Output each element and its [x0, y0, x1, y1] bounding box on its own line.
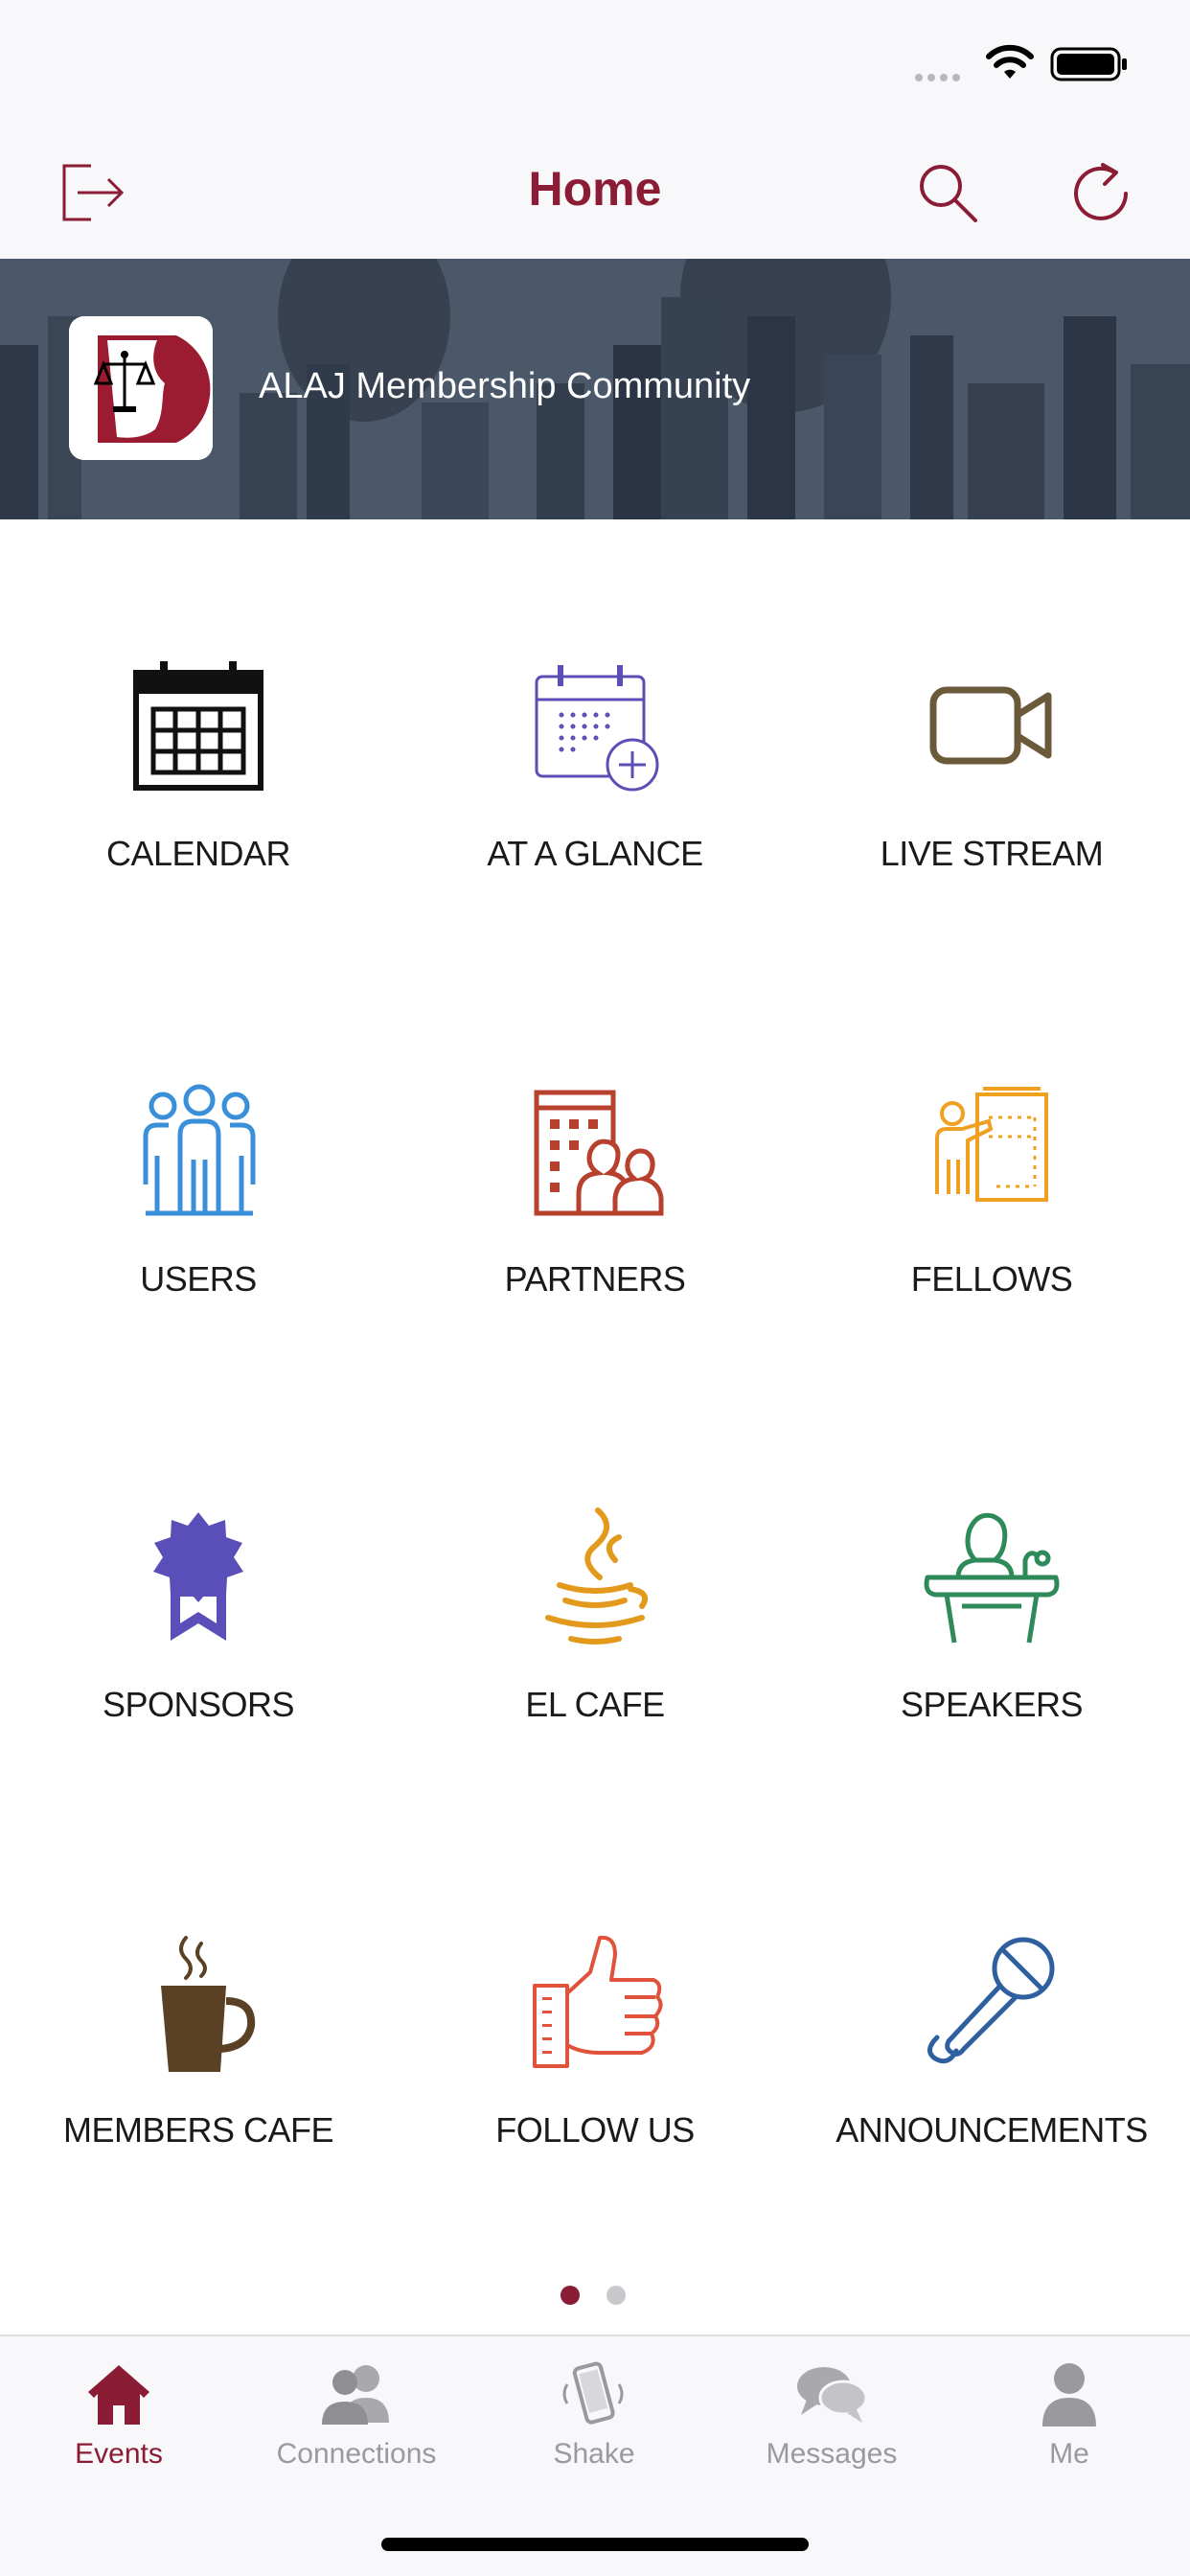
tile-label: MEMBERS CAFE	[62, 2110, 334, 2150]
tile-label: SPEAKERS	[900, 1685, 1084, 1724]
profile-icon	[1042, 2363, 1096, 2426]
award-badge-icon	[153, 1512, 243, 1641]
video-camera-icon	[929, 686, 1052, 765]
tile-label: CALENDAR	[105, 834, 291, 873]
calendar-icon	[133, 661, 263, 791]
tile-label: FOLLOW US	[495, 2110, 695, 2150]
tab-label: Messages	[766, 2438, 898, 2470]
tab-events[interactable]: Events	[0, 2336, 238, 2509]
microphone-icon	[927, 1937, 1055, 2064]
tile-partners[interactable]: PARTNERS	[397, 945, 793, 1309]
tile-label: USERS	[140, 1259, 257, 1299]
battery-icon	[1050, 47, 1127, 81]
tile-calendar[interactable]: CALENDAR	[0, 519, 397, 884]
tile-sponsors[interactable]: SPONSORS	[0, 1370, 397, 1735]
page-indicator	[561, 2286, 637, 2305]
home-icon	[88, 2365, 149, 2425]
tile-members-cafe[interactable]: MEMBERS CAFE	[0, 1796, 397, 2160]
tab-label: Me	[1049, 2438, 1089, 2470]
page-title: Home	[528, 162, 662, 216]
tab-label: Connections	[276, 2438, 437, 2470]
page-dot[interactable]	[606, 2286, 626, 2305]
tile-label: LIVE STREAM	[880, 834, 1104, 873]
community-banner: ALAJ Membership Community	[0, 259, 1190, 519]
tile-label: FELLOWS	[910, 1259, 1073, 1299]
tab-label: Events	[75, 2438, 163, 2470]
shake-phone-icon	[562, 2361, 624, 2425]
page-dot-active[interactable]	[561, 2286, 580, 2305]
coffee-mug-icon	[161, 1936, 256, 2072]
status-bar	[0, 0, 1190, 126]
refresh-icon	[1074, 163, 1128, 220]
tile-at-a-glance[interactable]: AT A GLANCE	[397, 519, 793, 884]
tab-messages[interactable]: Messages	[713, 2336, 950, 2509]
signal-dots-icon	[915, 69, 973, 81]
tab-shake[interactable]: Shake	[475, 2336, 713, 2509]
tile-speakers[interactable]: SPEAKERS	[793, 1370, 1190, 1735]
tab-connections[interactable]: Connections	[238, 2336, 475, 2509]
tile-follow-us[interactable]: FOLLOW US	[397, 1796, 793, 2160]
messages-icon	[797, 2367, 868, 2423]
home-indicator[interactable]	[381, 2538, 809, 2551]
users-group-icon	[143, 1084, 256, 1216]
tab-label: Shake	[553, 2438, 635, 2470]
partners-building-icon	[534, 1090, 664, 1216]
thumbs-up-icon	[533, 1935, 663, 2068]
community-title: ALAJ Membership Community	[259, 366, 751, 406]
scales-of-justice-icon	[69, 316, 213, 460]
presenter-board-icon	[935, 1087, 1048, 1202]
calendar-add-icon	[535, 665, 659, 792]
tile-label: SPONSORS	[102, 1685, 295, 1724]
tile-el-cafe[interactable]: EL CAFE	[397, 1370, 793, 1735]
tile-label: ANNOUNCEMENTS	[835, 2110, 1148, 2150]
tile-label: AT A GLANCE	[487, 834, 703, 873]
java-cup-icon	[545, 1507, 648, 1644]
nav-bar: Home	[0, 126, 1190, 259]
speaker-podium-icon	[924, 1512, 1060, 1644]
tile-users[interactable]: USERS	[0, 945, 397, 1309]
app-screen: Home ALAJ Membership Community CALENDAR …	[0, 0, 1190, 2576]
search-icon	[920, 165, 977, 222]
tile-label: EL CAFE	[525, 1685, 665, 1724]
connections-icon	[322, 2365, 389, 2425]
search-button[interactable]	[904, 150, 991, 236]
tab-me[interactable]: Me	[950, 2336, 1188, 2509]
wifi-icon	[986, 44, 1034, 79]
refresh-button[interactable]	[1057, 150, 1143, 236]
tile-fellows[interactable]: FELLOWS	[793, 945, 1190, 1309]
tile-announcements[interactable]: ANNOUNCEMENTS	[793, 1796, 1190, 2160]
tile-label: PARTNERS	[504, 1259, 686, 1299]
tile-live-stream[interactable]: LIVE STREAM	[793, 519, 1190, 884]
community-logo	[69, 316, 213, 460]
